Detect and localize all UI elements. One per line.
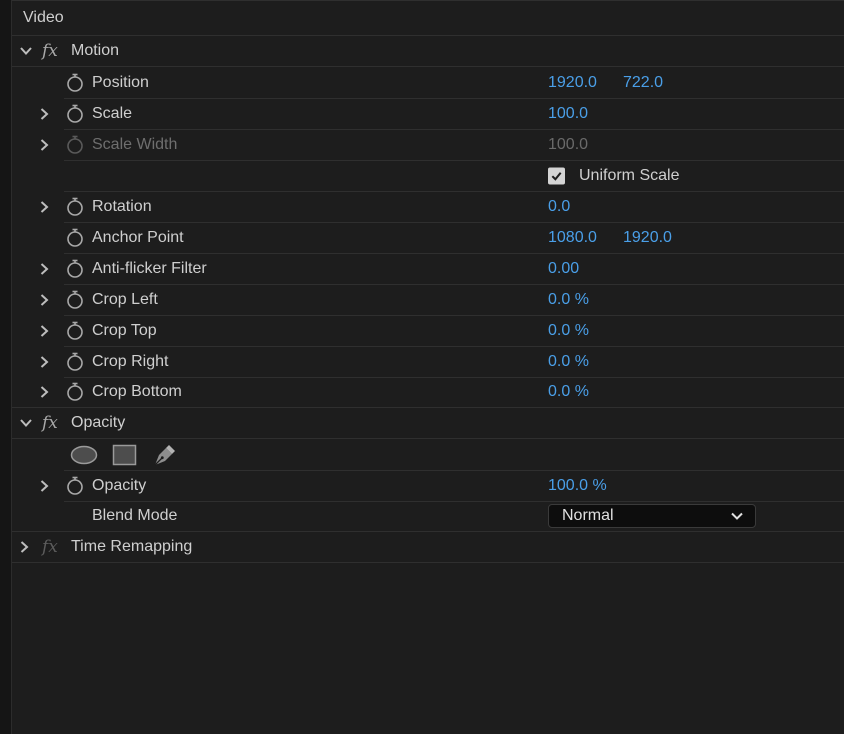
opacity-effect-label: Opacity (71, 414, 126, 431)
property-row-anchor-point: Anchor Point 1080.0 1920.0 (12, 222, 844, 254)
blend-mode-value: Normal (562, 507, 614, 524)
chevron-right-icon[interactable] (35, 260, 53, 278)
blend-mode-label: Blend Mode (92, 507, 178, 524)
time-remapping-label: Time Remapping (71, 538, 193, 555)
mask-tools (70, 442, 178, 468)
fx-icon: fx (42, 537, 58, 557)
crop-top-value[interactable]: 0.0 % (548, 322, 589, 340)
property-label: Position (92, 73, 149, 91)
fx-icon[interactable]: fx (42, 413, 58, 433)
property-row-scale-width: Scale Width 100.0 (12, 129, 844, 161)
property-row-scale: Scale 100.0 (12, 98, 844, 130)
property-row-crop-right: Crop Right 0.0 % (12, 346, 844, 378)
property-label: Anchor Point (92, 228, 184, 246)
property-label: Rotation (92, 197, 152, 215)
scale-value[interactable]: 100.0 (548, 105, 588, 123)
fx-icon[interactable]: fx (42, 41, 58, 61)
scale-width-value: 100.0 (548, 135, 589, 153)
time-remapping-effect-header[interactable]: fx Time Remapping (12, 532, 844, 563)
uniform-scale-label[interactable]: Uniform Scale (579, 167, 679, 185)
property-row-crop-bottom: Crop Bottom 0.0 % (12, 377, 844, 408)
opacity-effect-header[interactable]: fx Opacity (12, 408, 844, 439)
ellipse-mask-icon[interactable] (70, 444, 98, 466)
property-label: Crop Top (92, 321, 157, 339)
anchor-x-value[interactable]: 1080.0 (548, 229, 597, 247)
crop-right-value[interactable]: 0.0 % (548, 353, 589, 371)
property-row-rotation: Rotation 0.0 (12, 191, 844, 223)
chevron-right-icon[interactable] (15, 538, 33, 556)
stopwatch-icon[interactable] (66, 259, 84, 279)
chevron-right-icon[interactable] (35, 322, 53, 340)
left-rail (0, 0, 12, 734)
rotation-value[interactable]: 0.0 (548, 198, 570, 216)
stopwatch-icon[interactable] (66, 228, 84, 248)
crop-bottom-value[interactable]: 0.0 % (548, 383, 589, 401)
property-label: Crop Left (92, 290, 158, 308)
property-row-blend-mode: Blend Mode Normal (12, 501, 844, 532)
stopwatch-icon[interactable] (66, 321, 84, 341)
chevron-right-icon[interactable] (35, 198, 53, 216)
chevron-right-icon[interactable] (35, 105, 53, 123)
anti-flicker-value[interactable]: 0.00 (548, 260, 579, 278)
property-row-uniform-scale: Uniform Scale (12, 160, 844, 192)
property-label: Crop Right (92, 352, 169, 370)
pen-mask-icon[interactable] (152, 442, 178, 468)
mask-tools-row (12, 439, 844, 471)
rectangle-mask-icon[interactable] (112, 444, 138, 466)
crop-left-value[interactable]: 0.0 % (548, 291, 589, 309)
property-row-opacity: Opacity 100.0 % (12, 470, 844, 502)
property-label: Anti-flicker Filter (92, 259, 207, 277)
uniform-scale-checkbox[interactable] (548, 167, 565, 184)
effect-controls-panel: Video fx Motion Position 1920.0 722.0 Sc… (12, 0, 844, 563)
opacity-value[interactable]: 100.0 % (548, 477, 607, 495)
property-row-crop-top: Crop Top 0.0 % (12, 315, 844, 347)
stopwatch-icon[interactable] (66, 197, 84, 217)
stopwatch-icon[interactable] (66, 382, 84, 402)
motion-effect-header[interactable]: fx Motion (12, 36, 844, 67)
position-x-value[interactable]: 1920.0 (548, 74, 597, 92)
chevron-right-icon[interactable] (35, 353, 53, 371)
property-label: Opacity (92, 476, 147, 494)
chevron-right-icon[interactable] (35, 291, 53, 309)
stopwatch-icon[interactable] (66, 104, 84, 124)
stopwatch-icon[interactable] (66, 476, 84, 496)
video-section-header: Video (12, 0, 844, 36)
chevron-right-icon[interactable] (35, 136, 53, 154)
section-title: Video (23, 9, 64, 26)
chevron-down-icon[interactable] (17, 42, 35, 60)
property-row-position: Position 1920.0 722.0 (12, 67, 844, 99)
stopwatch-icon[interactable] (66, 290, 84, 310)
motion-label: Motion (71, 42, 120, 59)
property-row-crop-left: Crop Left 0.0 % (12, 284, 844, 316)
stopwatch-icon[interactable] (66, 352, 84, 372)
chevron-down-icon[interactable] (17, 414, 35, 432)
property-row-anti-flicker: Anti-flicker Filter 0.00 (12, 253, 844, 285)
property-label: Scale (92, 104, 133, 122)
property-label: Scale Width (92, 135, 178, 153)
blend-mode-dropdown[interactable]: Normal (548, 504, 756, 528)
chevron-right-icon[interactable] (35, 477, 53, 495)
position-y-value[interactable]: 722.0 (623, 74, 663, 92)
chevron-right-icon[interactable] (35, 383, 53, 401)
chevron-down-icon (729, 508, 745, 524)
stopwatch-icon[interactable] (66, 73, 84, 93)
stopwatch-icon (66, 135, 84, 155)
anchor-y-value[interactable]: 1920.0 (623, 229, 672, 247)
property-label: Crop Bottom (92, 383, 182, 400)
